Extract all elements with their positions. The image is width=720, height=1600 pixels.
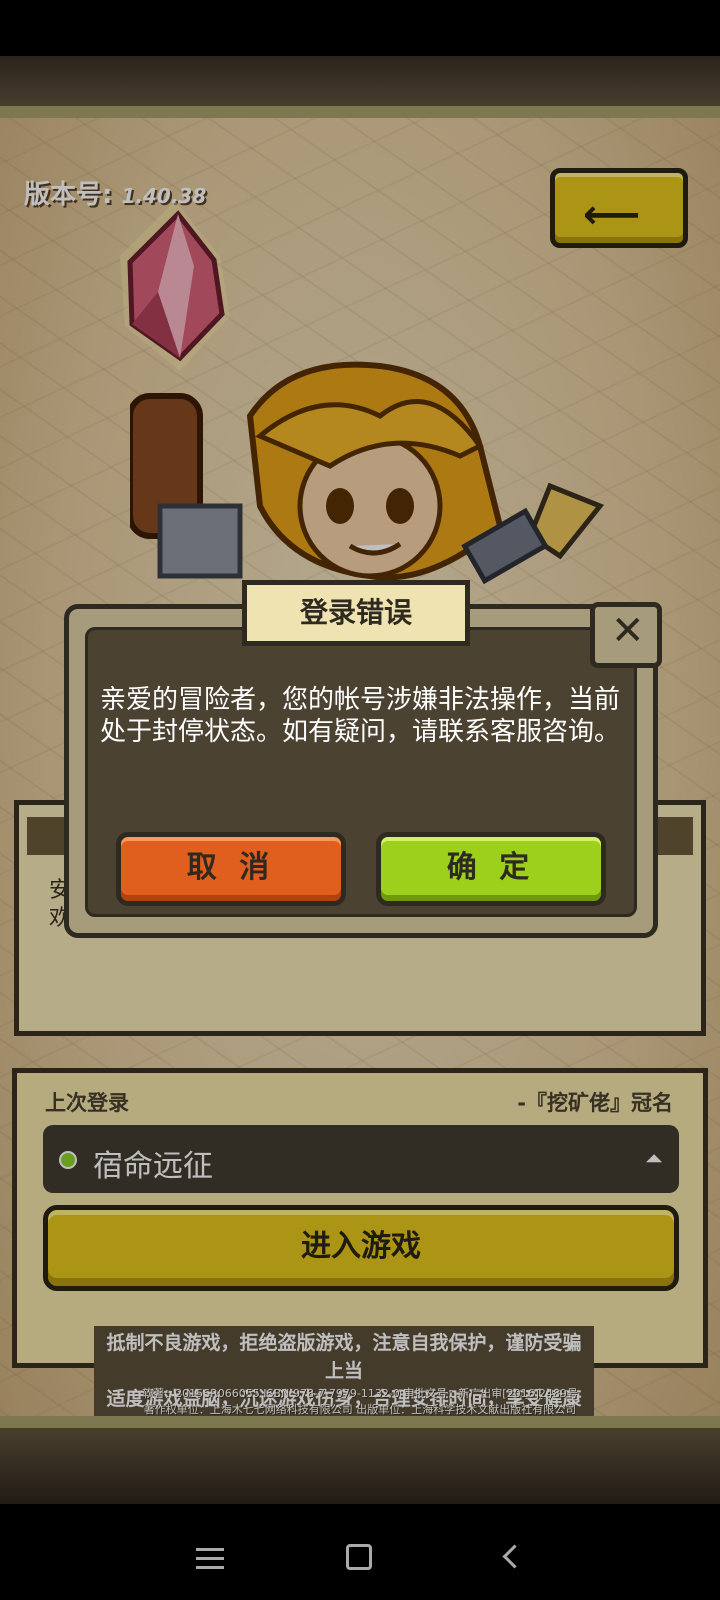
confirm-label: 确 定 — [446, 850, 536, 885]
menu-icon[interactable] — [196, 1548, 224, 1569]
close-icon: ✕ — [611, 608, 645, 654]
confirm-button[interactable]: 确 定 — [376, 832, 606, 906]
system-nav-bar — [0, 1504, 720, 1600]
cancel-button[interactable]: 取 消 — [116, 832, 346, 906]
dialog-message: 亲爱的冒险者，您的帐号涉嫌非法操作，当前处于封停状态。如有疑问，请联系客服咨询。 — [100, 685, 621, 747]
status-bar — [0, 0, 720, 56]
home-icon[interactable] — [346, 1544, 372, 1570]
dialog-title: 登录错误 — [242, 580, 470, 646]
cancel-label: 取 消 — [186, 850, 276, 885]
game-screen: 版本号: 1.40.38 ⟵ 安 欢 上次登录 -『挖矿佬』冠名 宿命远征 ⏶ — [0, 56, 720, 1504]
nav-back-icon[interactable] — [500, 1544, 520, 1570]
dialog-title-text: 登录错误 — [299, 596, 412, 629]
close-button[interactable]: ✕ — [590, 602, 662, 668]
